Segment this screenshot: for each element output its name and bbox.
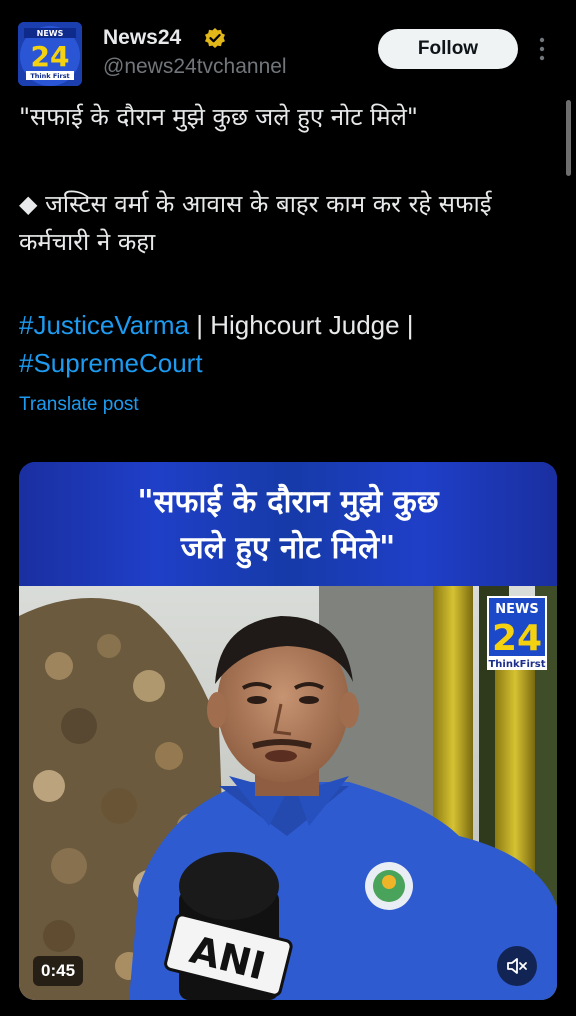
avatar[interactable]: NEWS 24 Think First xyxy=(18,22,82,86)
scrollbar[interactable] xyxy=(566,100,571,176)
speaker-muted-icon xyxy=(507,958,527,974)
logo-text-top: NEWS xyxy=(495,602,538,617)
post-text-quote: "सफाई के दौरान मुझे कुछ जले हुए नोट मिले… xyxy=(19,103,418,131)
follow-button[interactable]: Follow xyxy=(378,29,518,69)
logo-text-bottom: ThinkFirst xyxy=(488,659,545,670)
post-text-body: ◆ जस्टिस वर्मा के आवास के बाहर काम कर रह… xyxy=(19,190,492,256)
video-duration: 0:45 xyxy=(33,956,84,986)
avatar-text-top: NEWS xyxy=(37,29,64,38)
avatar-text-mid: 24 xyxy=(31,40,70,73)
display-name[interactable]: News24 xyxy=(103,26,181,50)
post-tags: #JusticeVarma | Highcourt Judge | #Supre… xyxy=(19,306,559,382)
banner-line-2: जले हुए नोट मिले" xyxy=(180,530,396,566)
verified-badge-icon xyxy=(205,28,225,48)
translate-post-link[interactable]: Translate post xyxy=(19,394,139,416)
video-player[interactable]: "सफाई के दौरान मुझे कुछ जले हुए नोट मिले… xyxy=(19,462,557,1000)
news24-logo: NEWS 24 ThinkFirst xyxy=(487,596,547,670)
banner-line-1: "सफाई के दौरान मुझे कुछ xyxy=(137,484,439,520)
mute-button[interactable] xyxy=(497,946,537,986)
video-frame: ANI xyxy=(19,586,557,1000)
hashtag-supremecourt[interactable]: #SupremeCourt xyxy=(19,348,203,378)
tags-middle-text: | Highcourt Judge | xyxy=(189,310,414,340)
post-header: NEWS 24 Think First News24 @news24tvchan… xyxy=(0,0,576,96)
video-banner: "सफाई के दौरान मुझे कुछ जले हुए नोट मिले… xyxy=(19,462,557,586)
hashtag-justicevarma[interactable]: #JusticeVarma xyxy=(19,310,189,340)
handle[interactable]: @news24tvchannel xyxy=(103,55,287,79)
avatar-text-bottom: Think First xyxy=(30,72,69,80)
logo-text-mid: 24 xyxy=(492,618,542,659)
more-vertical-icon[interactable] xyxy=(536,36,548,62)
